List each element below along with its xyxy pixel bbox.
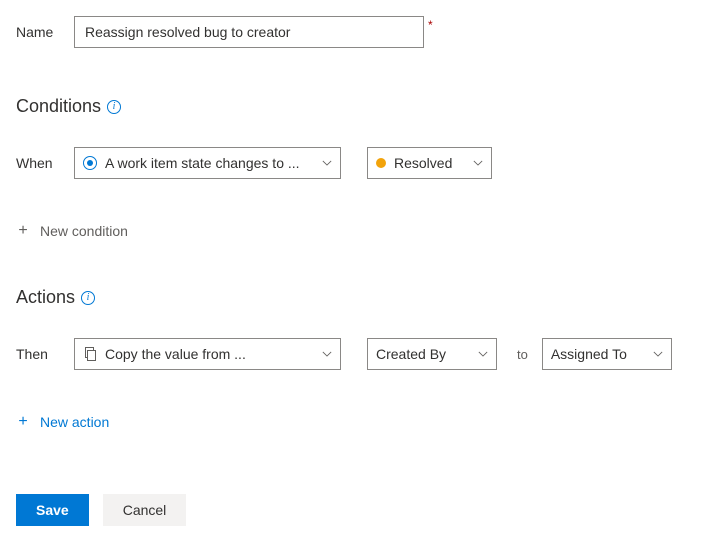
- actions-title: Actions: [16, 287, 75, 308]
- to-field-dropdown[interactable]: Assigned To: [542, 338, 672, 370]
- name-row: Name *: [16, 16, 690, 48]
- state-text: Resolved: [394, 155, 465, 171]
- plus-icon: +: [16, 415, 30, 429]
- copy-icon: [83, 347, 97, 361]
- chevron-down-icon: [470, 349, 488, 359]
- chevron-down-icon: [314, 158, 332, 168]
- name-label: Name: [16, 24, 74, 40]
- state-color-dot: [376, 158, 386, 168]
- save-button[interactable]: Save: [16, 494, 89, 526]
- info-icon[interactable]: i: [81, 291, 95, 305]
- chevron-down-icon: [314, 349, 332, 359]
- info-icon[interactable]: i: [107, 100, 121, 114]
- action-text: Copy the value from ...: [105, 346, 314, 362]
- actions-header: Actions i: [16, 287, 690, 308]
- then-row: Then Copy the value from ... Created By …: [16, 338, 690, 370]
- name-input[interactable]: [74, 16, 424, 48]
- new-condition-button[interactable]: + New condition: [16, 223, 128, 239]
- plus-icon: +: [16, 224, 30, 238]
- new-condition-label: New condition: [40, 223, 128, 239]
- new-action-button[interactable]: + New action: [16, 414, 109, 430]
- chevron-down-icon: [465, 158, 483, 168]
- new-action-label: New action: [40, 414, 109, 430]
- then-label: Then: [16, 346, 74, 362]
- from-field-dropdown[interactable]: Created By: [367, 338, 497, 370]
- state-dropdown[interactable]: Resolved: [367, 147, 492, 179]
- chevron-down-icon: [645, 349, 663, 359]
- footer: Save Cancel: [16, 494, 690, 526]
- cancel-button[interactable]: Cancel: [103, 494, 187, 526]
- radio-selected-icon: [83, 156, 97, 170]
- trigger-text: A work item state changes to ...: [105, 155, 314, 171]
- trigger-dropdown[interactable]: A work item state changes to ...: [74, 147, 341, 179]
- from-field-text: Created By: [376, 346, 470, 362]
- when-label: When: [16, 155, 74, 171]
- conditions-title: Conditions: [16, 96, 101, 117]
- conditions-header: Conditions i: [16, 96, 690, 117]
- action-dropdown[interactable]: Copy the value from ...: [74, 338, 341, 370]
- required-indicator: *: [428, 18, 433, 32]
- when-row: When A work item state changes to ... Re…: [16, 147, 690, 179]
- to-field-text: Assigned To: [551, 346, 645, 362]
- to-label: to: [517, 347, 528, 362]
